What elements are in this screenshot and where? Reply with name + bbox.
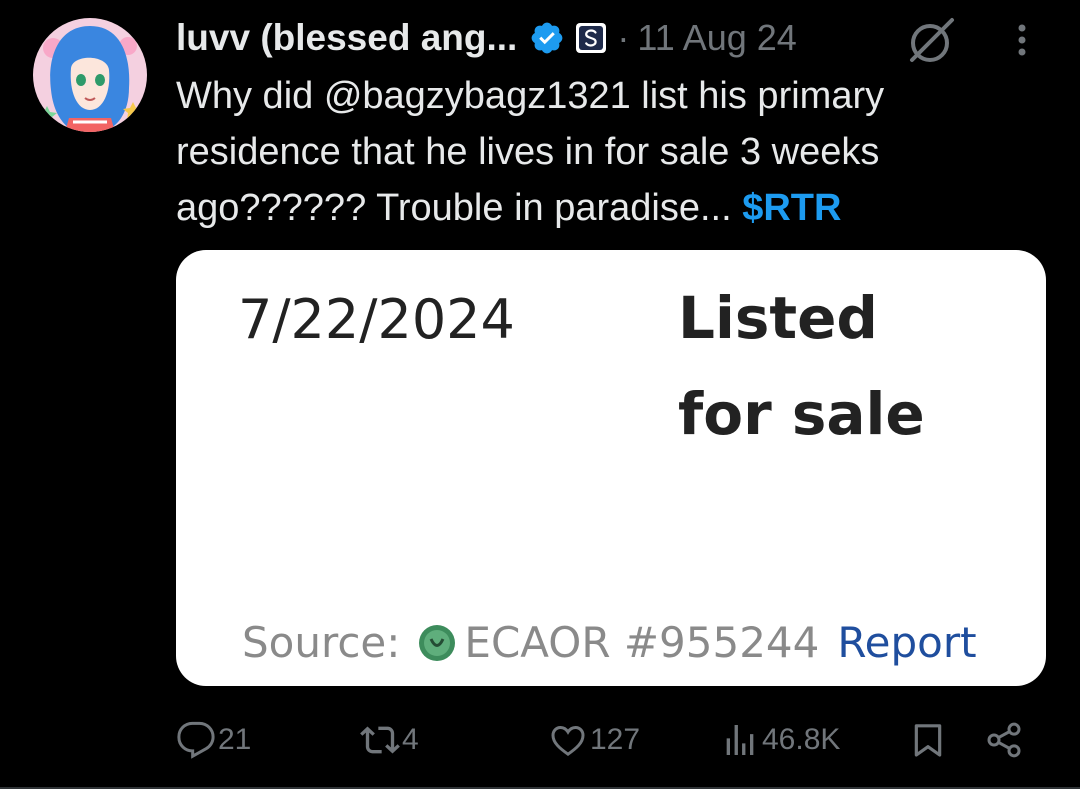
report-link: Report <box>837 618 977 667</box>
like-count: 127 <box>590 723 641 756</box>
views-icon <box>726 725 754 755</box>
display-name[interactable]: luvv (blessed ang... <box>176 17 517 59</box>
repost-icon <box>360 726 400 754</box>
listing-event-line1: Listed <box>678 284 878 352</box>
more-icon[interactable] <box>1007 20 1037 60</box>
repost-count: 4 <box>402 723 419 756</box>
reply-icon <box>177 721 215 759</box>
mls-logo-icon <box>419 624 456 661</box>
avatar[interactable] <box>33 18 147 132</box>
attached-image[interactable]: 7/22/2024 Listed for sale Source: ECAOR … <box>176 250 1046 686</box>
share-icon <box>987 722 1021 758</box>
source-label: Source: <box>242 618 401 667</box>
listing-source: Source: ECAOR #955244 Report <box>242 618 977 667</box>
listing-event-line2: for sale <box>678 380 925 448</box>
bookmark-button[interactable] <box>908 712 948 768</box>
repost-button[interactable]: 4 <box>360 712 419 768</box>
tweet-header: luvv (blessed ang... · 11 Aug 24 <box>176 12 797 64</box>
tweet-text: Why did @bagzybagz1321 list his primary … <box>176 68 1036 236</box>
reply-count: 21 <box>218 723 252 756</box>
bookmark-icon <box>914 724 942 757</box>
source-mls-number: ECAOR #955244 <box>464 618 820 667</box>
cashtag-link[interactable]: $RTR <box>742 187 841 229</box>
listing-date: 7/22/2024 <box>238 288 515 351</box>
like-icon <box>551 725 585 756</box>
view-count: 46.8K <box>762 723 841 756</box>
affiliate-badge-icon[interactable] <box>575 22 607 54</box>
like-button[interactable]: 127 <box>548 712 640 768</box>
date-separator: · <box>617 17 630 58</box>
action-bar: 21 4 127 46.8K <box>0 712 1080 768</box>
post-date[interactable]: 11 Aug 24 <box>637 17 797 59</box>
verified-badge-icon <box>531 22 563 54</box>
grok-icon[interactable] <box>904 14 958 68</box>
share-button[interactable] <box>984 712 1024 768</box>
views-button[interactable]: 46.8K <box>720 712 840 768</box>
reply-button[interactable]: 21 <box>176 712 251 768</box>
